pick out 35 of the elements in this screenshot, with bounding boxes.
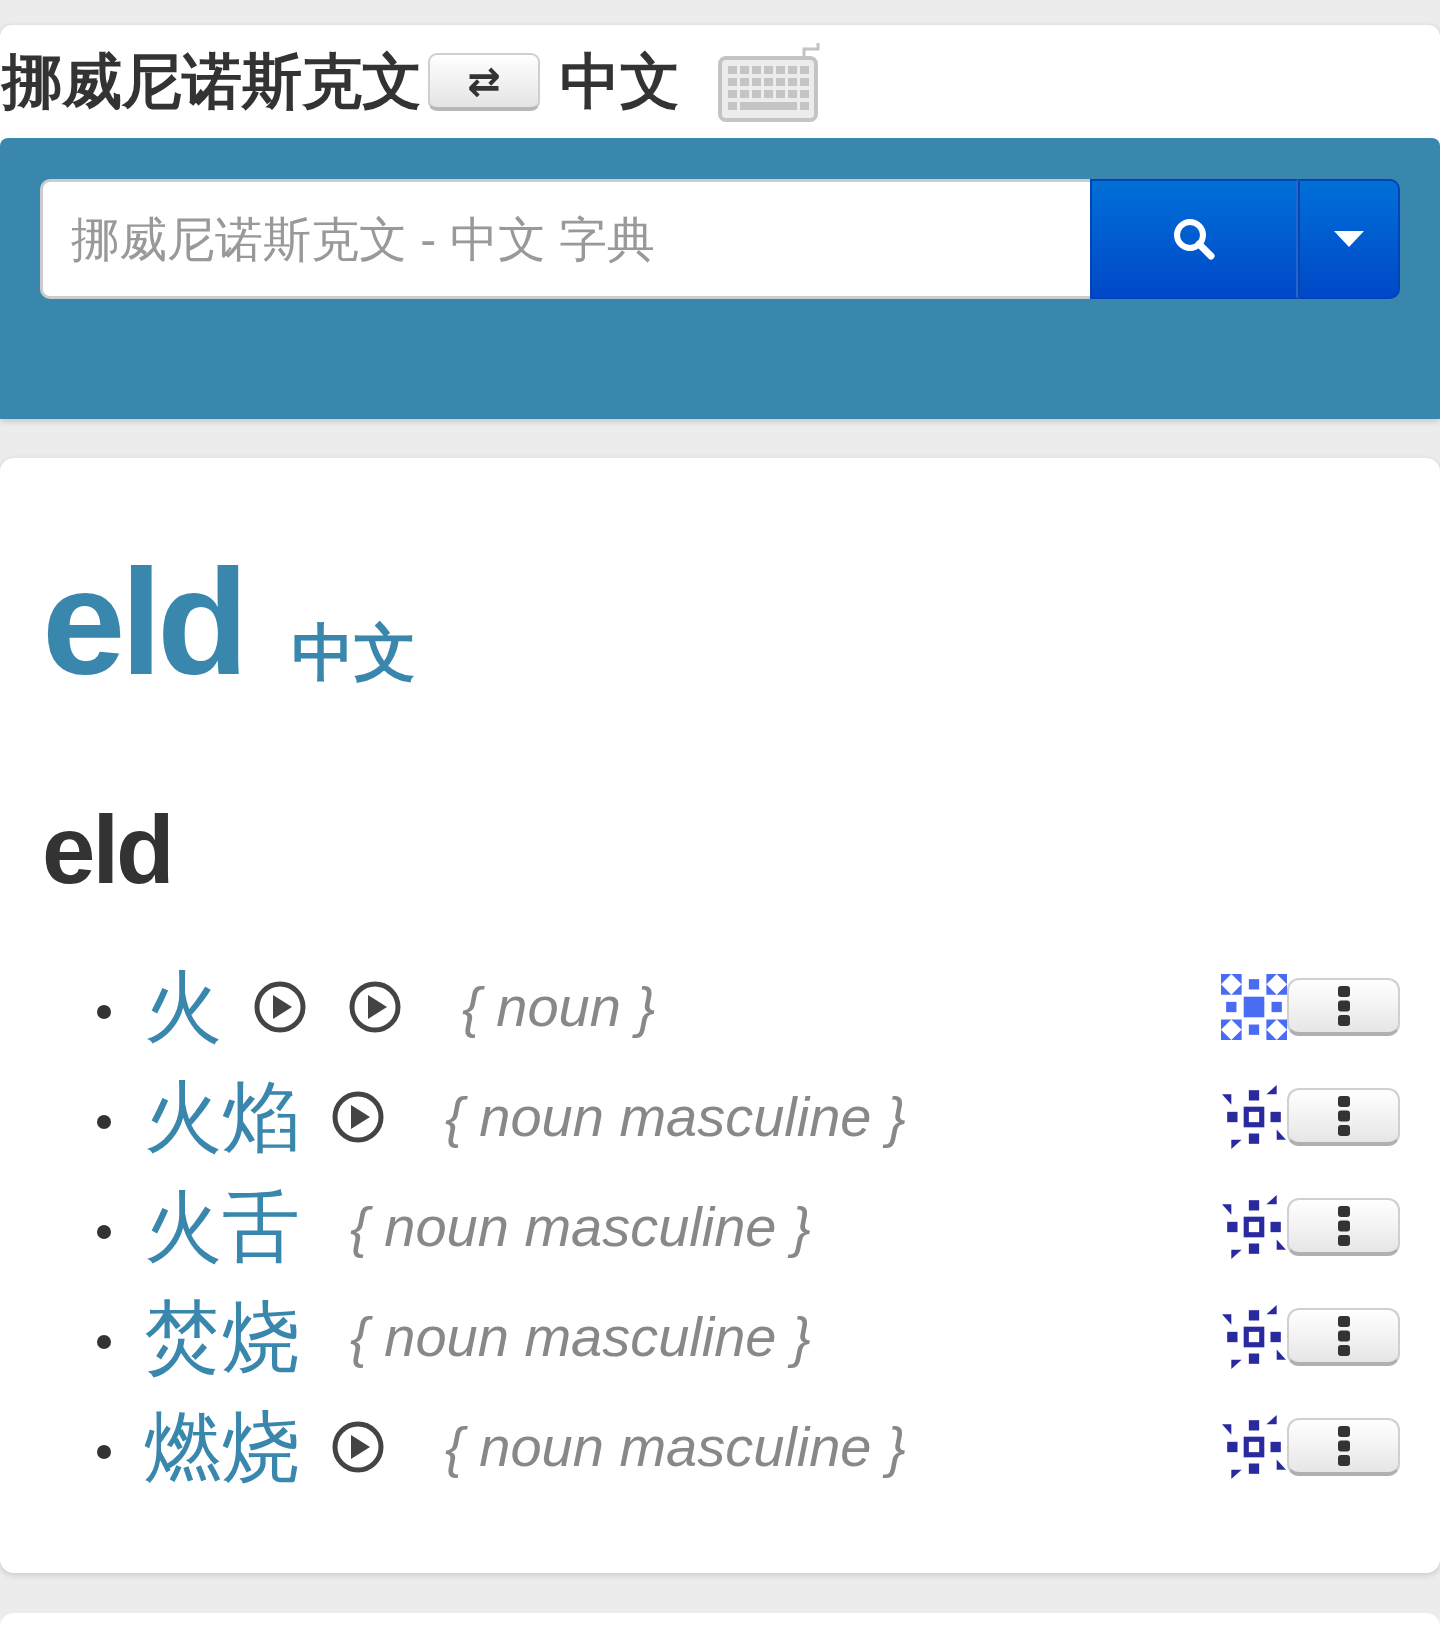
caret-icon [1334, 231, 1364, 247]
more-button[interactable] [1287, 1088, 1400, 1146]
more-button[interactable] [1287, 1308, 1400, 1366]
search-icon [1172, 217, 1216, 261]
more-button[interactable] [1287, 978, 1400, 1036]
dropdown-button[interactable] [1298, 179, 1400, 299]
title-language: 中文 [291, 622, 416, 684]
search-field[interactable]: 挪威尼诺斯克文 - 中文 字典 [40, 179, 1090, 299]
translation-term[interactable]: 燃烧 [144, 1408, 300, 1486]
vertical-dots-icon [1337, 986, 1350, 1026]
play-icon[interactable] [332, 1421, 384, 1473]
entry-title: eld [42, 547, 244, 697]
bullet-icon [97, 1225, 111, 1239]
play-icon[interactable] [332, 1091, 384, 1143]
swap-button[interactable]: ⇄ [428, 52, 540, 111]
translation-term[interactable]: 火舌 [144, 1188, 300, 1266]
vertical-dots-icon [1337, 1096, 1350, 1136]
source-language[interactable]: 挪威尼诺斯克文 [2, 51, 422, 112]
more-button[interactable] [1287, 1418, 1400, 1476]
vertical-dots-icon [1337, 1316, 1350, 1356]
translation-term[interactable]: 火焰 [144, 1078, 300, 1156]
more-button[interactable] [1287, 1198, 1400, 1256]
translation-term[interactable]: 火 [144, 968, 222, 1046]
translation-term[interactable]: 焚烧 [144, 1298, 300, 1376]
bullet-icon [97, 1445, 111, 1459]
headword: eld [42, 802, 172, 898]
play-icon[interactable] [254, 981, 306, 1033]
vertical-dots-icon [1337, 1206, 1350, 1246]
play-icon[interactable] [349, 981, 401, 1033]
target-language[interactable]: 中文 [560, 51, 680, 112]
bullet-icon [97, 1115, 111, 1129]
search-button[interactable] [1090, 179, 1298, 299]
vertical-dots-icon [1337, 1426, 1350, 1466]
bullet-icon [97, 1005, 111, 1019]
bullet-icon [97, 1335, 111, 1349]
